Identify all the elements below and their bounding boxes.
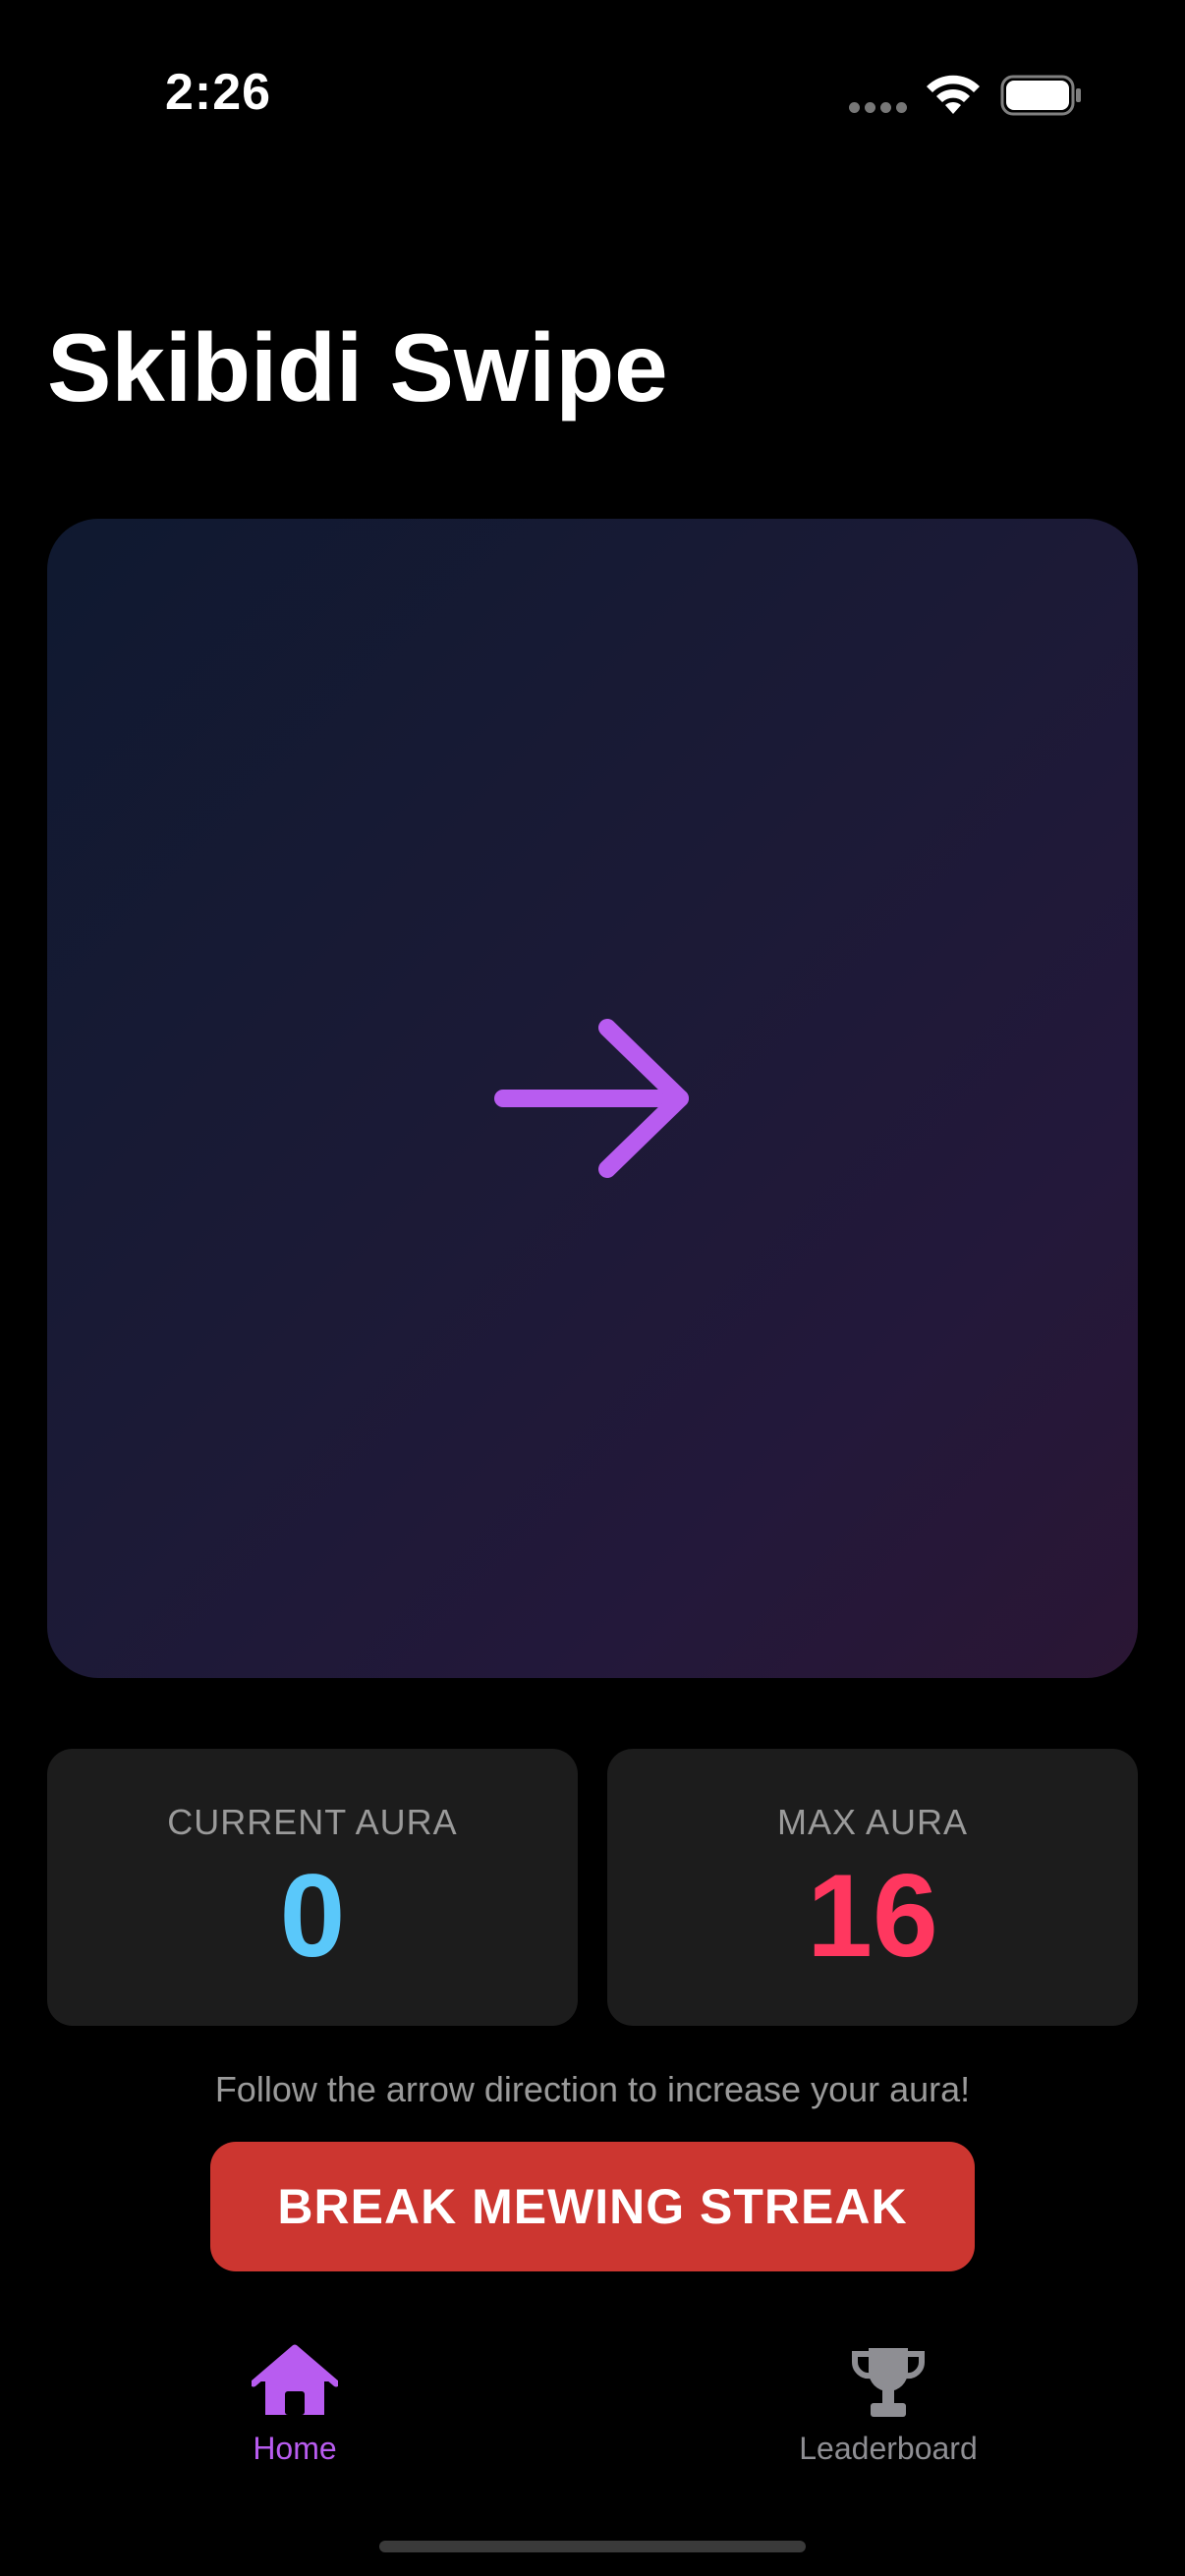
- cellular-signal-icon: [849, 102, 908, 116]
- home-indicator[interactable]: [379, 2541, 806, 2552]
- house-icon: [252, 2344, 338, 2415]
- break-mewing-streak-button[interactable]: BREAK MEWING STREAK: [210, 2142, 975, 2271]
- instruction-text: Follow the arrow direction to increase y…: [214, 2069, 971, 2109]
- max-aura-card: MAX AURA 16: [607, 1749, 1138, 2026]
- current-aura-label: CURRENT AURA: [167, 1802, 458, 1842]
- max-aura-label: MAX AURA: [776, 1802, 969, 1842]
- status-time: 2:26: [165, 64, 272, 121]
- tab-home[interactable]: Home: [167, 2344, 423, 2482]
- tab-leaderboard[interactable]: Leaderboard: [761, 2344, 1016, 2482]
- arrow-right-icon: [494, 1019, 689, 1178]
- battery-icon: [1000, 75, 1081, 116]
- max-aura-value: 16: [807, 1850, 938, 1982]
- page-title: Skibidi Swipe: [47, 313, 668, 421]
- current-aura-value: 0: [279, 1850, 346, 1982]
- trophy-icon: [851, 2348, 926, 2417]
- current-aura-card: CURRENT AURA 0: [47, 1749, 578, 2026]
- wifi-icon: [927, 75, 980, 114]
- tab-home-label: Home: [253, 2431, 337, 2466]
- status-bar: 2:26: [0, 0, 1185, 196]
- tab-leaderboard-label: Leaderboard: [799, 2431, 978, 2466]
